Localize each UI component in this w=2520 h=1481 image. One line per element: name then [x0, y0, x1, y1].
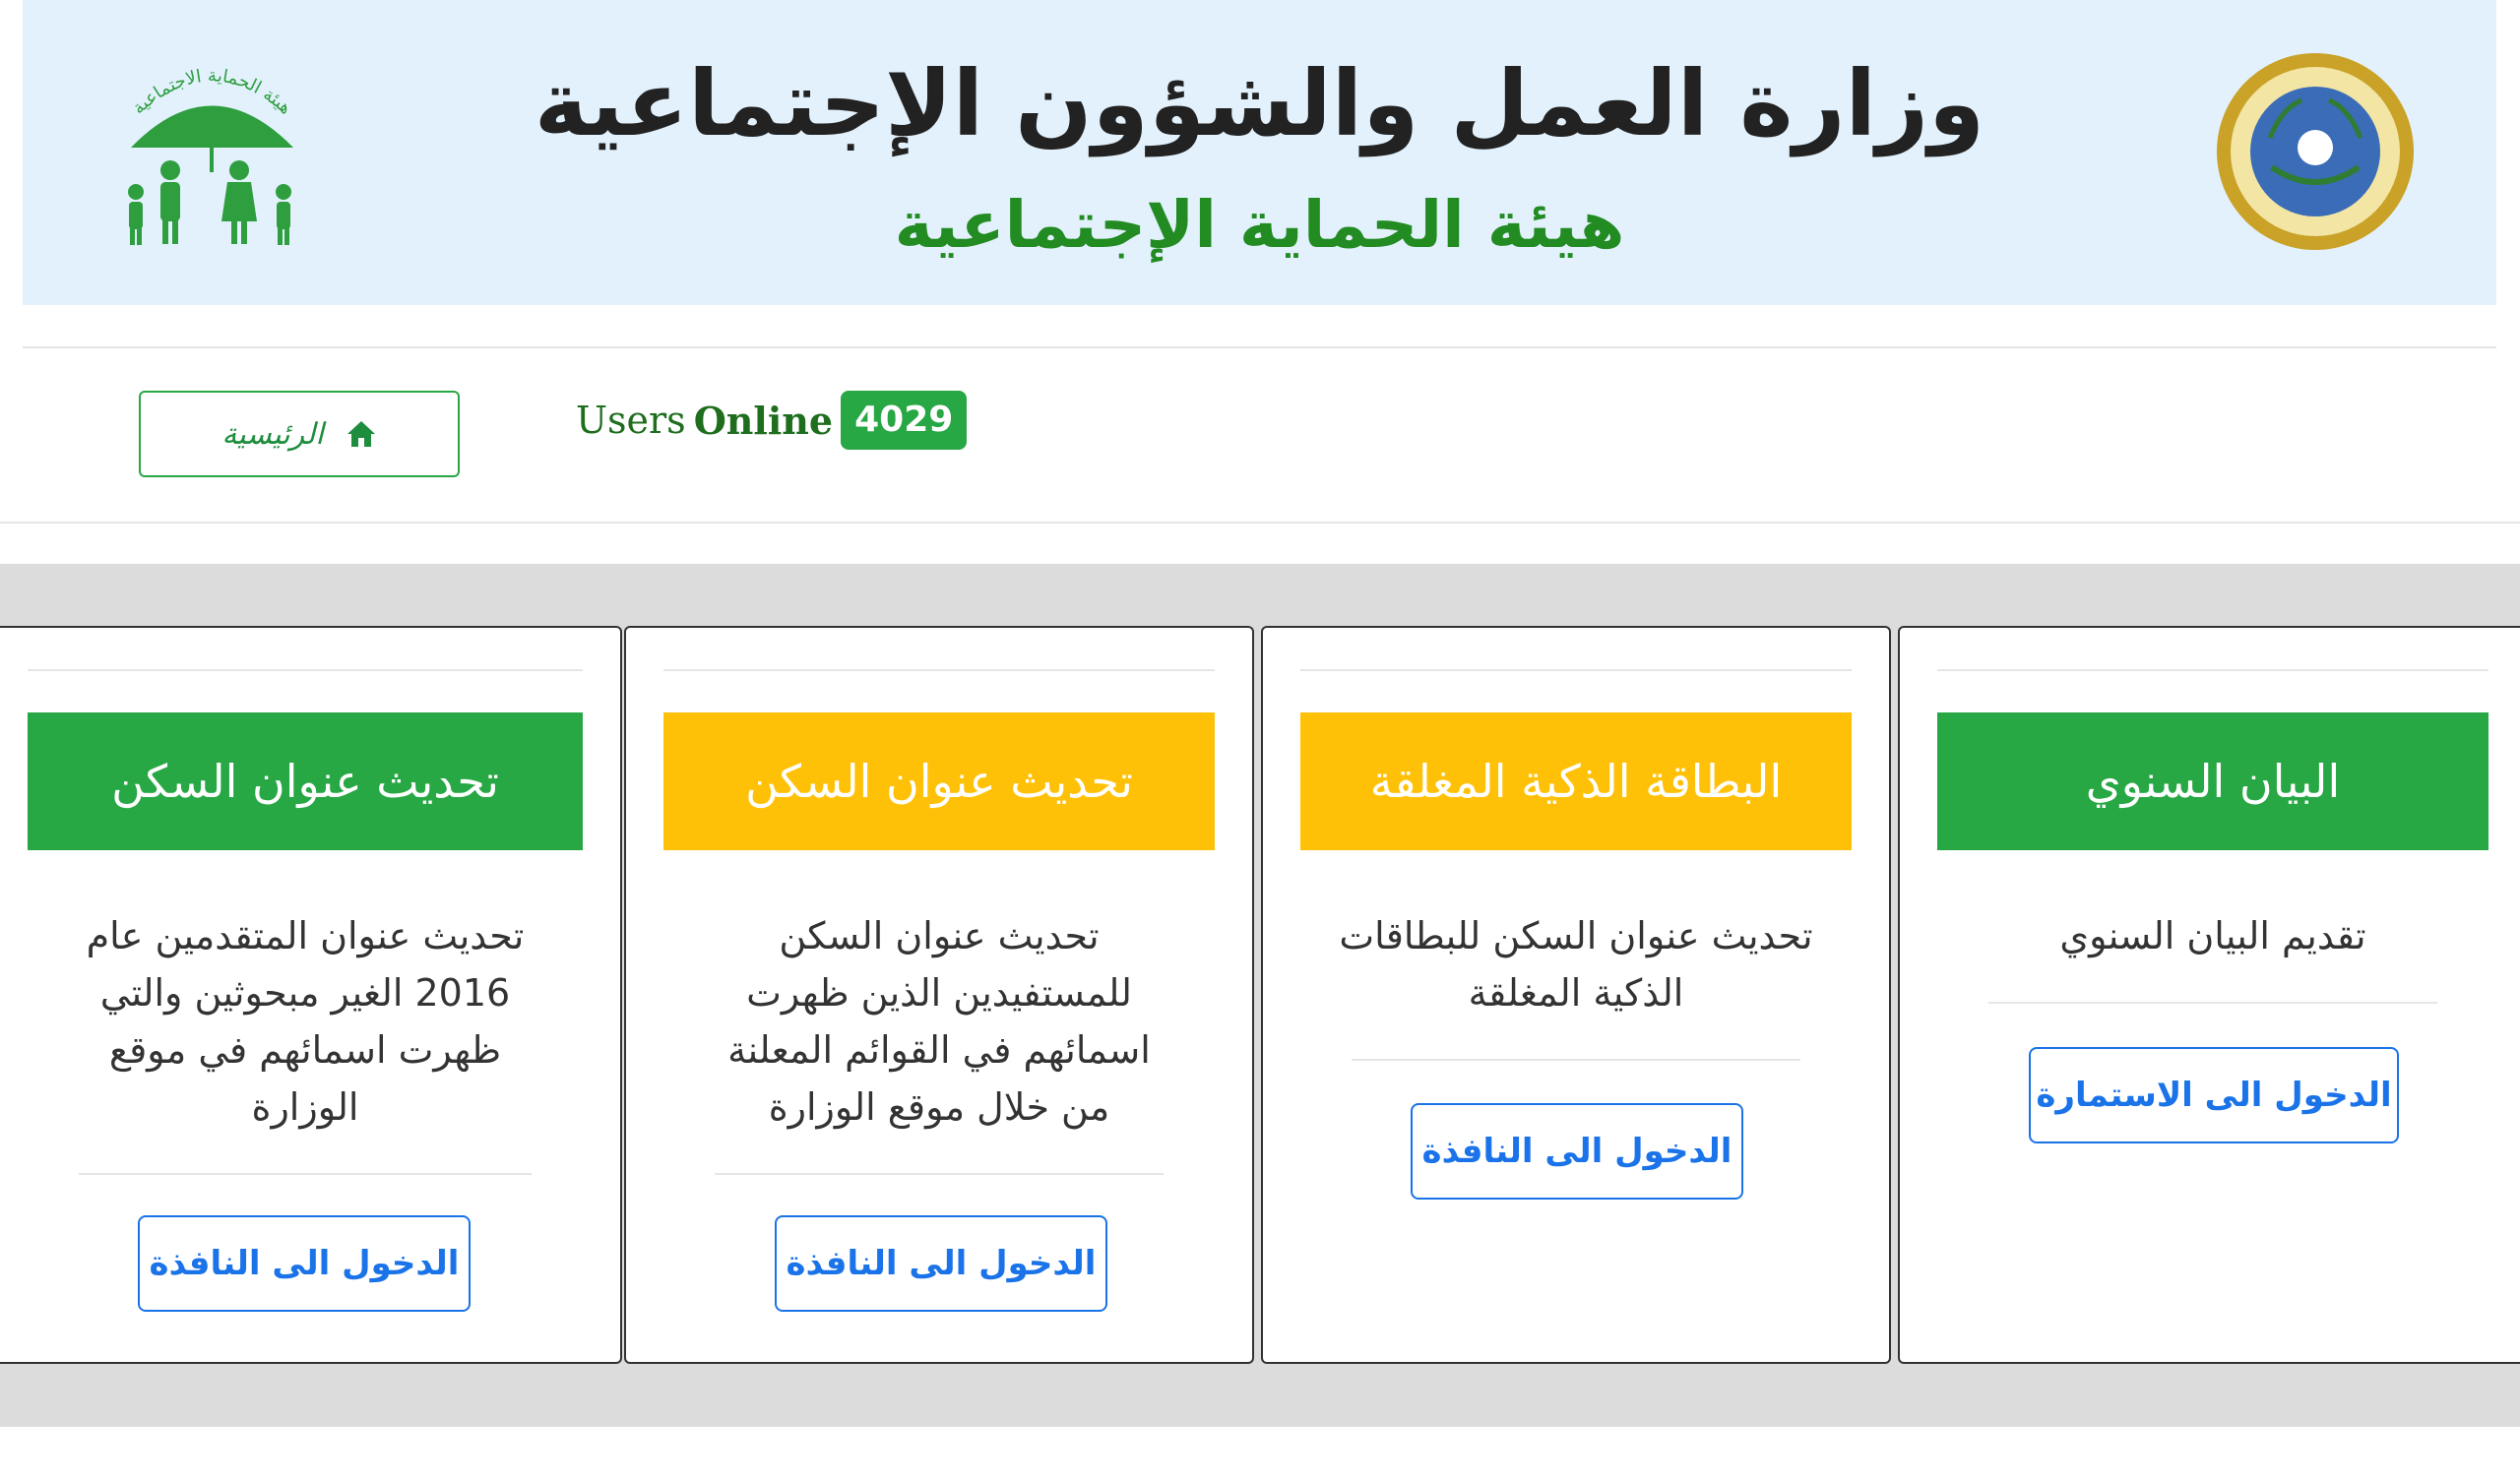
authority-subtitle: هيئة الحماية الإجتماعية [894, 187, 1625, 263]
card-divider [663, 669, 1215, 671]
service-card-closed-smart-card: البطاقة الذكية المغلقة تحديث عنوان السكن… [1261, 626, 1891, 1364]
enter-window-button[interactable]: الدخول الى النافذة [138, 1215, 471, 1312]
users-online-indicator: Users Online 4029 [576, 390, 968, 451]
card-title: البطاقة الذكية المغلقة [1300, 712, 1852, 850]
ministry-seal-icon [2217, 53, 2414, 250]
card-description-line: تقديم البيان السنوي [2059, 914, 2366, 957]
home-icon [346, 421, 375, 447]
card-divider [1352, 1059, 1800, 1061]
card-description: تحديث عنوان السكن للمستفيدين الذين ظهرت … [695, 907, 1183, 1136]
card-description-line: تحديث عنوان السكن للبطاقات [1339, 914, 1813, 957]
card-description-line: ظهرت اسمائهم في موقع [108, 1028, 502, 1072]
ministry-title: وزارة العمل والشؤون الإجتماعية [534, 51, 1985, 156]
card-divider [1300, 669, 1852, 671]
nav-divider [0, 522, 2520, 524]
site-header: هيئة الحماية الاجتماعية وزارة العمل والش… [23, 0, 2496, 305]
card-description: تقديم البيان السنوي [1969, 907, 2457, 964]
card-description-line: 2016 الغير مبحوثين والتي [99, 971, 511, 1015]
header-divider [23, 346, 2496, 348]
card-description: تحديث عنوان السكن للبطاقات الذكية المغلق… [1332, 907, 1820, 1021]
users-label: Users [576, 399, 686, 442]
card-divider [1988, 1002, 2437, 1004]
card-description-line: تحديث عنوان المتقدمين عام [86, 914, 525, 957]
online-count-badge: 4029 [841, 391, 968, 450]
card-title: تحديث عنوان السكن [28, 712, 583, 850]
card-description-line: من خلال موقع الوزارة [768, 1085, 1110, 1129]
card-title: تحديث عنوان السكن [663, 712, 1215, 850]
card-divider [79, 1173, 532, 1175]
card-description-line: اسمائهم في القوائم المعلنة [727, 1028, 1151, 1072]
enter-form-button[interactable]: الدخول الى الاستمارة [2029, 1047, 2399, 1143]
card-description-line: تحديث عنوان السكن [779, 914, 1100, 957]
card-divider [1937, 669, 2488, 671]
card-description-line: الذكية المغلقة [1468, 971, 1684, 1015]
home-label: الرئيسية [221, 416, 324, 452]
home-button[interactable]: الرئيسية [139, 391, 460, 477]
online-label: Online [693, 398, 834, 443]
card-description-line: للمستفيدين الذين ظهرت [746, 971, 1132, 1015]
enter-window-button[interactable]: الدخول الى النافذة [1411, 1103, 1743, 1200]
card-divider [28, 669, 583, 671]
service-card-annual-statement: البيان السنوي تقديم البيان السنوي الدخول… [1898, 626, 2520, 1364]
service-card-address-update-2016: تحديث عنوان السكن تحديث عنوان المتقدمين … [0, 626, 622, 1364]
card-description: تحديث عنوان المتقدمين عام 2016 الغير مبح… [59, 907, 551, 1136]
card-description-line: الوزارة [251, 1085, 359, 1129]
card-divider [715, 1173, 1164, 1175]
enter-window-button[interactable]: الدخول الى النافذة [775, 1215, 1107, 1312]
card-title: البيان السنوي [1937, 712, 2488, 850]
service-card-address-update-beneficiaries: تحديث عنوان السكن تحديث عنوان السكن للمس… [624, 626, 1254, 1364]
